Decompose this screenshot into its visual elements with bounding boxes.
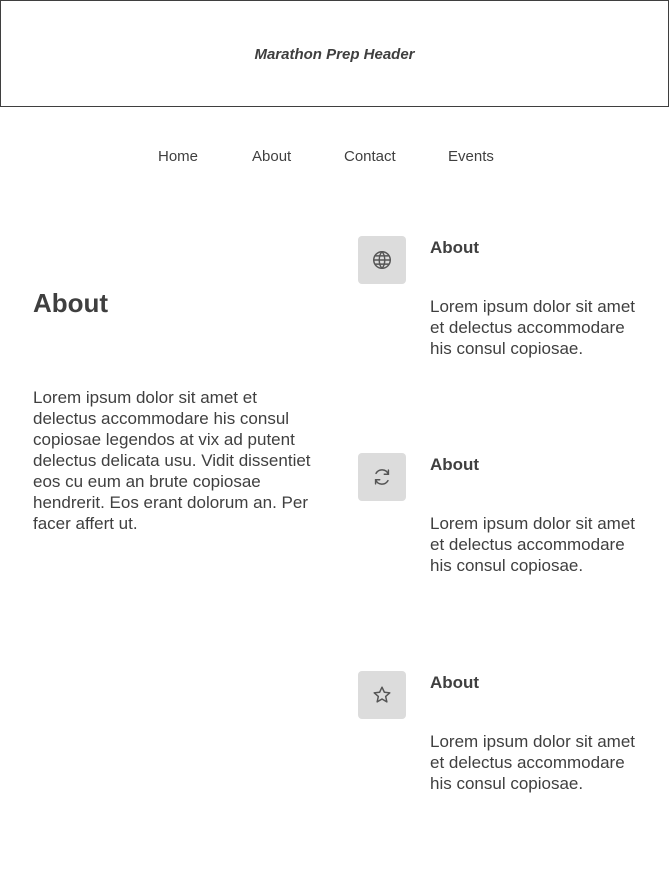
feature-item: About Lorem ipsum dolor sit amet et dele… [358,453,648,643]
intro-title: About [33,288,109,318]
page-header: Marathon Prep Header [0,0,669,107]
nav-link-contact[interactable]: Contact [344,148,396,165]
nav-link-about[interactable]: About [252,148,291,165]
star-icon [358,671,406,719]
nav-link-home[interactable]: Home [158,148,198,165]
feature-title: About [430,455,480,474]
feature-text: Lorem ipsum dolor sit amet et delectus a… [430,732,636,793]
nav-link-events[interactable]: Events [448,148,494,165]
feature-text: Lorem ipsum dolor sit amet et delectus a… [430,297,636,358]
feature-item: About Lorem ipsum dolor sit amet et dele… [358,236,648,426]
feature-item: About Lorem ipsum dolor sit amet et dele… [358,671,648,861]
intro-text: Lorem ipsum dolor sit amet et delectus a… [33,388,311,533]
globe-icon [358,236,406,284]
header-title: Marathon Prep Header [254,46,415,63]
main-nav: Home About Contact Events [0,148,669,168]
refresh-icon [358,453,406,501]
feature-title: About [430,238,480,257]
feature-title: About [430,673,480,692]
feature-text: Lorem ipsum dolor sit amet et delectus a… [430,514,636,575]
